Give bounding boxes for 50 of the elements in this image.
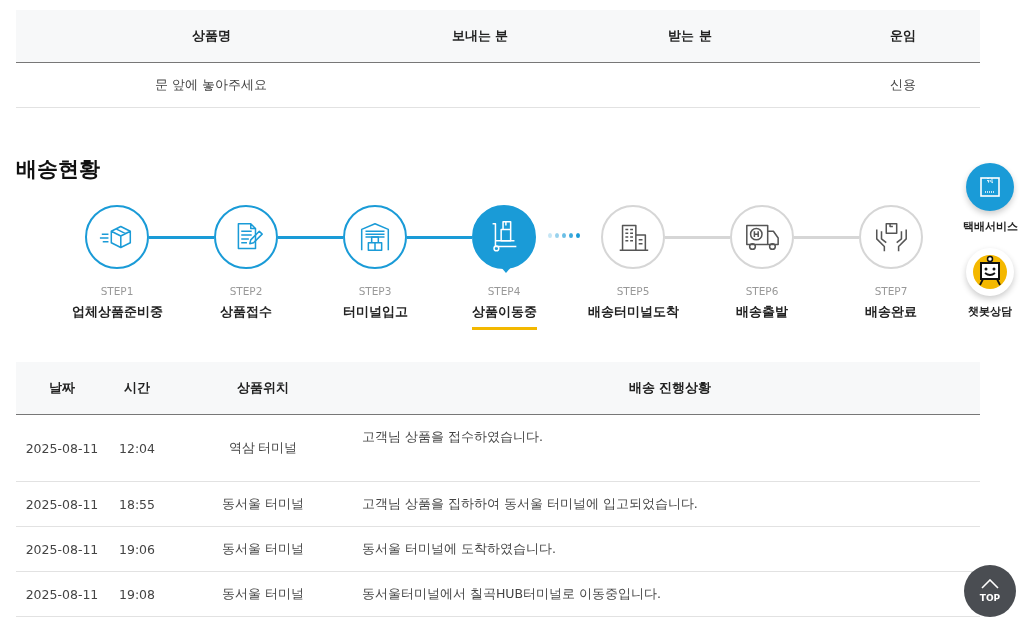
time-cell-text: 18:55 (118, 496, 156, 512)
scroll-top-button[interactable]: TOP (964, 565, 1016, 617)
date-cell-text: 2025-08-11 (24, 541, 100, 557)
column-header: 상품명 (190, 27, 232, 45)
time-cell-text: 19:06 (118, 541, 156, 557)
table-cell-text: 문 앞에 놓아주세요 (154, 76, 268, 94)
location-cell-text: 동서울 터미널 (221, 540, 305, 558)
step-label: 상품이동중 (471, 303, 537, 330)
step-label: 터미널입고 (342, 303, 408, 321)
step-number: STEP1 (100, 285, 134, 297)
delivery-service-button[interactable] (966, 163, 1014, 211)
column-header: 받는 분 (667, 27, 713, 45)
side-menu-label: 택배서비스 (962, 219, 1018, 234)
step-number: STEP6 (745, 285, 779, 297)
section-title: 배송현황 (16, 156, 101, 183)
column-header: 시간 (123, 379, 151, 397)
step-label: 배송출발 (736, 303, 788, 321)
robot-icon (972, 254, 1008, 290)
side-menu-label: 챗봇상담 (968, 304, 1012, 319)
step-label: 업체상품준비중 (71, 303, 163, 321)
step-number: STEP2 (229, 285, 263, 297)
column-header: 보내는 분 (450, 27, 510, 45)
step-label: 배송완료 (865, 303, 917, 321)
step-number: STEP5 (616, 285, 650, 297)
box-icon (979, 176, 1001, 198)
table-cell-text: 신용 (889, 76, 917, 94)
column-header: 배송 진행상황 (627, 379, 713, 397)
time-cell-text: 19:08 (118, 586, 156, 602)
time-cell-text: 12:04 (118, 440, 156, 456)
location-cell-text: 동서울 터미널 (221, 495, 305, 513)
step-number: STEP3 (358, 285, 392, 297)
column-header: 운임 (889, 27, 917, 45)
chatbot-button[interactable] (966, 248, 1014, 296)
step-number: STEP4 (487, 285, 521, 297)
date-cell-text: 2025-08-11 (24, 586, 100, 602)
date-cell-text: 2025-08-11 (24, 440, 100, 456)
status-cell-text: 동서울 터미널에 도착하였습니다. (361, 540, 557, 558)
column-header: 날짜 (48, 379, 76, 397)
status-cell-text: 동서울터미널에서 칠곡HUB터미널로 이동중입니다. (361, 585, 663, 603)
step-label: 배송터미널도착 (587, 303, 679, 321)
step-label: 상품접수 (220, 303, 272, 321)
status-cell-text: 고객님 상품을 접수하였습니다. (361, 428, 544, 446)
status-cell-text: 고객님 상품을 집하하여 동서울 터미널에 입고되었습니다. (361, 495, 699, 513)
location-cell-text: 역삼 터미널 (227, 439, 299, 457)
dotted-connector (548, 233, 580, 238)
step-number: STEP7 (874, 285, 908, 297)
location-cell-text: 동서울 터미널 (221, 585, 305, 603)
chevron-up-icon (981, 579, 999, 589)
column-header: 상품위치 (236, 379, 290, 397)
date-cell-text: 2025-08-11 (24, 496, 100, 512)
